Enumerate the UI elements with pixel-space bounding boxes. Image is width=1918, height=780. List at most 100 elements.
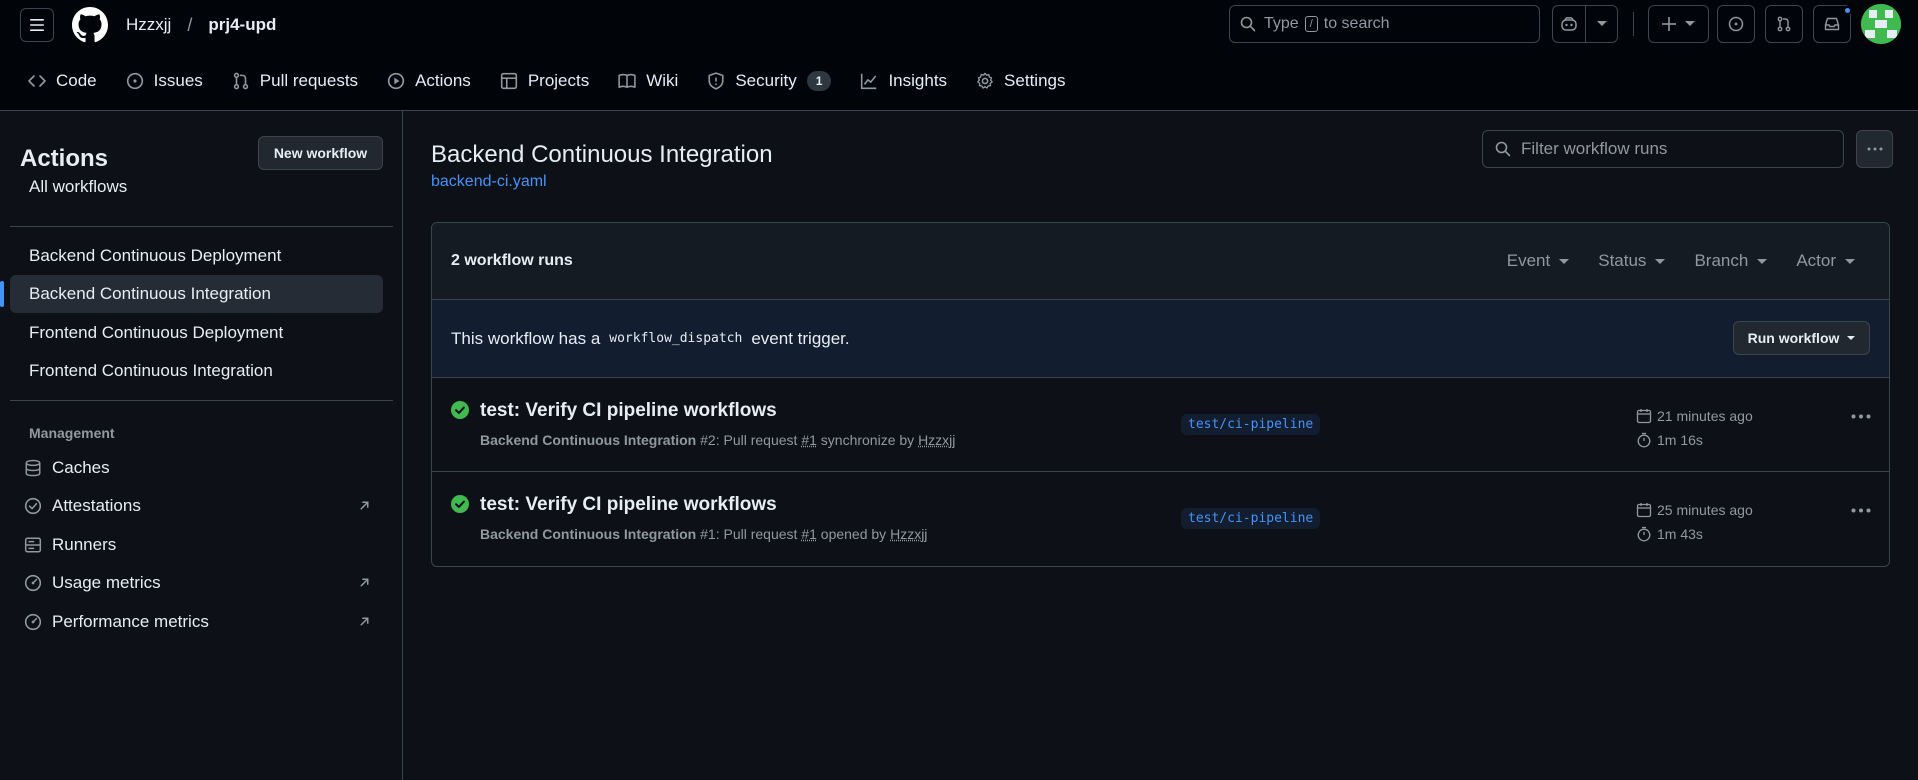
run-timing: 25 minutes ago 1m 43s xyxy=(1636,498,1753,546)
copilot-dropdown-button[interactable] xyxy=(1585,5,1618,43)
run-number: #1 xyxy=(700,526,716,542)
sidebar-item-attestations[interactable]: Attestations xyxy=(10,487,383,525)
kebab-horizontal-icon[interactable] xyxy=(1851,508,1871,513)
sidebar-item-workflow[interactable]: Backend Continuous Deployment xyxy=(10,237,383,275)
filter-placeholder: Filter workflow runs xyxy=(1521,139,1668,158)
tab-label: Settings xyxy=(1004,70,1066,90)
issue-opened-icon xyxy=(1728,16,1744,32)
branch-badge[interactable]: test/ci-pipeline xyxy=(1181,508,1321,529)
sidebar-item-workflow-active[interactable]: Backend Continuous Integration xyxy=(0,275,383,313)
tab-insights[interactable]: Insights xyxy=(860,71,947,91)
tab-wiki[interactable]: Wiki xyxy=(618,71,678,91)
kebab-horizontal-icon xyxy=(1867,147,1882,151)
run-workflow-name: Backend Continuous Integration xyxy=(480,432,697,448)
menu-button[interactable] xyxy=(20,8,54,42)
run-duration: 1m 43s xyxy=(1657,526,1703,542)
workflow-run-row[interactable]: test: Verify CI pipeline workflows Backe… xyxy=(432,378,1889,472)
run-user-link[interactable]: Hzzxjj xyxy=(890,526,927,542)
kebab-horizontal-icon[interactable] xyxy=(1851,414,1871,419)
more-options-button[interactable] xyxy=(1856,130,1893,168)
run-title-link[interactable]: test: Verify CI pipeline workflows xyxy=(480,400,777,422)
tab-actions[interactable]: Actions xyxy=(387,71,471,91)
run-filters: Event Status Branch Actor xyxy=(1478,251,1855,271)
tab-settings[interactable]: Settings xyxy=(976,71,1065,91)
github-logo-icon[interactable] xyxy=(72,7,108,43)
run-meta: Backend Continuous Integration #2: Pull … xyxy=(480,432,955,448)
sidebar-item-runners[interactable]: Runners xyxy=(10,526,383,564)
breadcrumb-owner[interactable]: Hzzxjj xyxy=(126,15,171,35)
sidebar-item-caches[interactable]: Caches xyxy=(10,449,383,487)
run-duration: 1m 16s xyxy=(1657,432,1703,448)
sidebar-item-workflow[interactable]: Frontend Continuous Deployment xyxy=(10,314,383,352)
book-icon xyxy=(618,73,636,88)
tab-issues[interactable]: Issues xyxy=(126,71,203,91)
event-filter-dropdown[interactable]: Event xyxy=(1506,251,1570,271)
pull-requests-button[interactable] xyxy=(1765,5,1803,43)
sidebar-item-label: Usage metrics xyxy=(52,573,161,592)
external-link-icon xyxy=(360,578,369,587)
workflow-run-row[interactable]: test: Verify CI pipeline workflows Backe… xyxy=(432,472,1889,566)
filter-label: Actor xyxy=(1796,251,1836,270)
tab-label: Pull requests xyxy=(259,70,359,90)
branch-badge[interactable]: test/ci-pipeline xyxy=(1181,414,1321,435)
top-bar: Hzzxjj / prj4-upd Type / to search xyxy=(0,0,1918,50)
tab-label: Code xyxy=(56,70,97,90)
security-counter-badge: 1 xyxy=(806,70,832,91)
play-icon xyxy=(387,72,405,89)
run-workflow-button[interactable]: Run workflow xyxy=(1733,321,1870,355)
tab-label: Wiki xyxy=(646,70,679,90)
sidebar-item-label: Runners xyxy=(52,535,117,554)
chevron-down-icon xyxy=(1655,258,1666,264)
tab-code[interactable]: Code xyxy=(28,71,97,91)
database-icon xyxy=(25,459,41,477)
breadcrumb-separator: / xyxy=(187,14,193,35)
sidebar-item-all-workflows[interactable]: All workflows xyxy=(10,168,383,206)
tab-security[interactable]: Security 1 xyxy=(707,70,832,91)
new-workflow-button[interactable]: New workflow xyxy=(258,136,383,170)
hamburger-icon xyxy=(30,19,44,31)
search-suffix: to search xyxy=(1323,15,1390,32)
meter-icon xyxy=(24,574,42,592)
issues-button[interactable] xyxy=(1717,5,1755,43)
run-user-link[interactable]: Hzzxjj xyxy=(918,432,955,448)
tab-pull-requests[interactable]: Pull requests xyxy=(232,71,358,91)
dispatch-text-before: This workflow has a xyxy=(451,328,601,348)
pull-request-icon xyxy=(233,72,248,89)
calendar-icon xyxy=(1636,503,1652,518)
filter-label: Event xyxy=(1506,251,1551,270)
sidebar-item-workflow[interactable]: Frontend Continuous Integration xyxy=(10,352,383,390)
run-pr-link[interactable]: #1 xyxy=(801,432,817,448)
server-icon xyxy=(24,537,42,553)
run-pr-text: : Pull request xyxy=(715,432,798,448)
run-started: 25 minutes ago xyxy=(1657,502,1753,518)
search-icon xyxy=(1495,141,1511,157)
run-pr-link[interactable]: #1 xyxy=(801,526,817,542)
sidebar-item-usage-metrics[interactable]: Usage metrics xyxy=(10,564,383,602)
workflow-runs-main: Backend Continuous Integration backend-c… xyxy=(403,111,1918,780)
plus-icon xyxy=(1661,17,1676,31)
status-filter-dropdown[interactable]: Status xyxy=(1598,251,1666,271)
global-search[interactable]: Type / to search xyxy=(1229,5,1540,43)
workflow-file-link[interactable]: backend-ci.yaml xyxy=(431,173,547,191)
chevron-down-icon xyxy=(1845,258,1855,264)
run-title-link[interactable]: test: Verify CI pipeline workflows xyxy=(480,494,777,516)
filter-workflow-runs-input[interactable]: Filter workflow runs xyxy=(1482,130,1844,168)
run-action: synchronize by xyxy=(820,432,915,448)
sidebar-item-performance-metrics[interactable]: Performance metrics xyxy=(10,603,383,641)
run-meta: Backend Continuous Integration #1: Pull … xyxy=(480,526,927,542)
copilot-button[interactable] xyxy=(1552,5,1585,43)
run-timing: 21 minutes ago 1m 16s xyxy=(1636,404,1753,452)
meter-icon xyxy=(24,613,42,631)
actor-filter-dropdown[interactable]: Actor xyxy=(1796,251,1855,271)
branch-filter-dropdown[interactable]: Branch xyxy=(1694,251,1768,271)
table-icon xyxy=(500,72,517,89)
sidebar-item-label: Attestations xyxy=(52,496,141,515)
stopwatch-icon xyxy=(1637,432,1651,448)
inbox-icon xyxy=(1824,17,1840,31)
breadcrumb-repo[interactable]: prj4-upd xyxy=(208,15,276,35)
avatar[interactable] xyxy=(1861,4,1901,44)
workflow-runs-box: 2 workflow runs Event Status Branch Acto… xyxy=(431,222,1890,567)
calendar-icon xyxy=(1636,409,1652,424)
tab-projects[interactable]: Projects xyxy=(500,71,589,91)
create-new-button[interactable] xyxy=(1648,5,1709,43)
